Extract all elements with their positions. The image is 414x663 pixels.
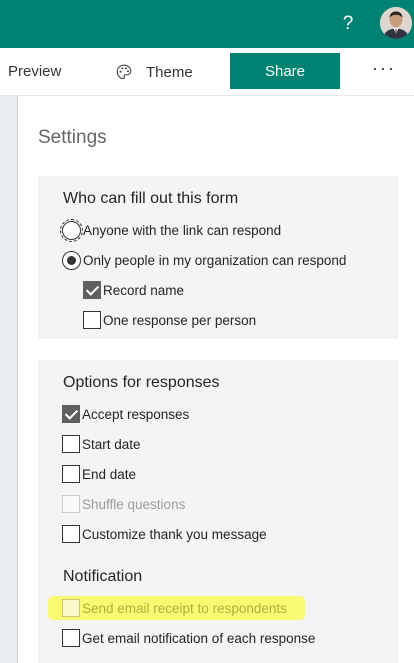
checkbox-label: Accept responses (82, 406, 190, 422)
checkbox-label: End date (82, 466, 137, 482)
radio-button[interactable] (62, 250, 81, 270)
help-icon[interactable]: ? (338, 12, 358, 36)
checkbox-end-date[interactable]: End date (62, 463, 136, 485)
radio-button[interactable] (60, 218, 83, 242)
radio-label: Anyone with the link can respond (83, 222, 282, 238)
checkbox (62, 495, 80, 513)
who-can-fill-heading: Who can fill out this form (63, 190, 239, 207)
checkbox-label: Start date (82, 436, 141, 452)
checkbox-send-email-receipt[interactable]: Send email receipt to respondents (62, 597, 287, 619)
notification-heading: Notification (63, 568, 143, 585)
more-options-icon[interactable]: ··· (372, 58, 396, 79)
checkbox-accept-responses[interactable]: Accept responses (62, 403, 189, 425)
checkbox-record-name[interactable]: Record name (83, 279, 184, 301)
palette-icon (116, 64, 132, 80)
checkbox-label: Record name (103, 282, 185, 298)
checkbox[interactable] (62, 435, 80, 453)
checkbox[interactable] (62, 525, 80, 543)
checkbox-label: Customize thank you message (82, 526, 267, 542)
preview-button[interactable]: Preview (8, 63, 61, 80)
checkbox-label: One response per person (103, 312, 257, 328)
checkbox[interactable] (83, 281, 101, 299)
form-canvas-edge (0, 96, 18, 663)
checkbox-label: Send email receipt to respondents (82, 600, 287, 616)
checkbox[interactable] (62, 599, 80, 617)
checkbox-one-response[interactable]: One response per person (83, 309, 256, 331)
checkbox[interactable] (62, 629, 80, 647)
share-button[interactable]: Share (230, 53, 340, 89)
radio-only-organization[interactable]: Only people in my organization can respo… (62, 249, 346, 271)
user-avatar-icon (380, 7, 412, 39)
checkbox-label: Get email notification of each response (82, 630, 316, 646)
form-toolbar: Preview Theme (0, 48, 414, 96)
checkbox[interactable] (62, 465, 80, 483)
radio-anyone-with-link[interactable]: Anyone with the link can respond (60, 218, 282, 242)
checkbox-customize-thank-you[interactable]: Customize thank you message (62, 523, 267, 545)
theme-button[interactable]: Theme (116, 61, 193, 83)
checkbox-label: Shuffle questions (82, 496, 186, 512)
radio-label: Only people in my organization can respo… (83, 252, 347, 268)
top-bar: ? (0, 0, 414, 48)
theme-label: Theme (146, 63, 193, 81)
options-for-responses-heading: Options for responses (63, 374, 220, 391)
checkbox[interactable] (83, 311, 101, 329)
page-title: Settings (38, 127, 107, 148)
checkbox-shuffle-questions: Shuffle questions (62, 493, 185, 515)
checkbox[interactable] (62, 405, 80, 423)
checkbox-start-date[interactable]: Start date (62, 433, 141, 455)
avatar[interactable] (380, 7, 412, 39)
checkbox-get-email-notification[interactable]: Get email notification of each response (62, 627, 315, 649)
